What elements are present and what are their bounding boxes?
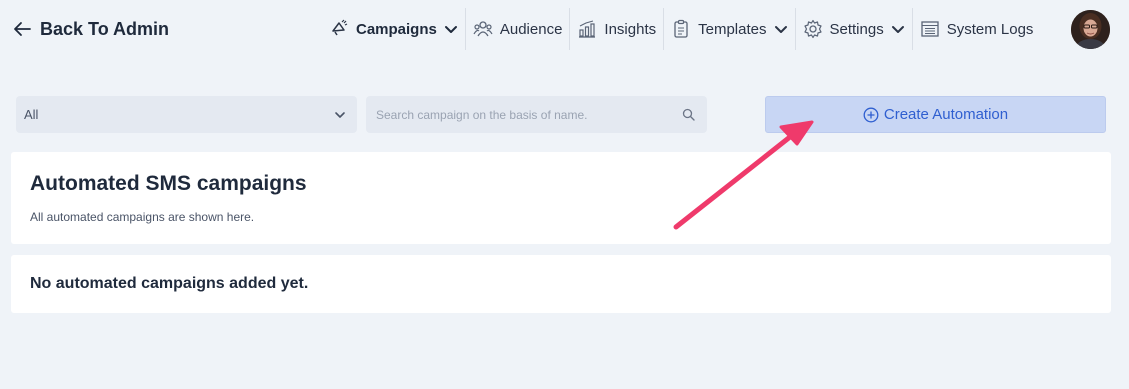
status-filter-select[interactable]: All xyxy=(16,96,357,133)
nav-insights-label: Insights xyxy=(604,20,657,38)
back-to-admin-link[interactable]: Back To Admin xyxy=(12,16,169,42)
create-automation-button[interactable]: Create Automation xyxy=(765,96,1106,133)
nav-settings[interactable]: Settings xyxy=(794,8,912,50)
nav-templates[interactable]: Templates xyxy=(663,8,794,50)
arrow-left-icon xyxy=(14,22,31,36)
clipboard-icon xyxy=(671,19,691,39)
nav-insights[interactable]: Insights xyxy=(569,8,663,50)
user-avatar[interactable] xyxy=(1071,10,1110,49)
back-to-admin-label: Back To Admin xyxy=(40,18,170,39)
create-automation-label: Create Automation xyxy=(883,106,1009,123)
nav-audience[interactable]: Audience xyxy=(464,8,570,50)
empty-state-card: No automated campaigns added yet. xyxy=(11,255,1111,313)
status-filter-value: All xyxy=(24,107,39,122)
nav-campaigns[interactable]: Campaigns xyxy=(322,8,465,50)
plus-circle-icon xyxy=(863,107,879,123)
page-title: Automated SMS campaigns xyxy=(30,172,307,195)
chevron-down-icon xyxy=(891,22,905,36)
empty-state-message: No automated campaigns added yet. xyxy=(30,275,309,292)
nav-audience-label: Audience xyxy=(499,20,563,38)
megaphone-icon xyxy=(329,19,349,39)
nav-templates-label: Templates xyxy=(698,20,767,38)
nav-campaigns-label: Campaigns xyxy=(356,20,437,38)
list-icon xyxy=(920,19,940,39)
campaign-search-input[interactable] xyxy=(376,107,666,122)
avatar-image xyxy=(1071,10,1110,49)
chart-icon xyxy=(577,19,597,39)
nav-settings-label: Settings xyxy=(829,20,884,38)
page-subtitle: All automated campaigns are shown here. xyxy=(30,210,255,224)
chevron-down-icon xyxy=(444,22,458,36)
search-icon[interactable] xyxy=(682,108,695,121)
chevron-down-icon xyxy=(774,22,788,36)
nav-system-logs-label: System Logs xyxy=(946,20,1034,38)
campaigns-header-card: Automated SMS campaigns All automated ca… xyxy=(11,152,1111,244)
users-icon xyxy=(473,19,493,39)
campaign-search xyxy=(366,96,707,133)
gear-icon xyxy=(803,19,823,39)
nav-system-logs[interactable]: System Logs xyxy=(911,8,1041,50)
chevron-down-icon xyxy=(335,112,345,118)
top-navigation-bar: Back To Admin Campaigns Audience Insight… xyxy=(0,0,1129,58)
main-nav: Campaigns Audience Insights Templates Se… xyxy=(322,8,1040,50)
